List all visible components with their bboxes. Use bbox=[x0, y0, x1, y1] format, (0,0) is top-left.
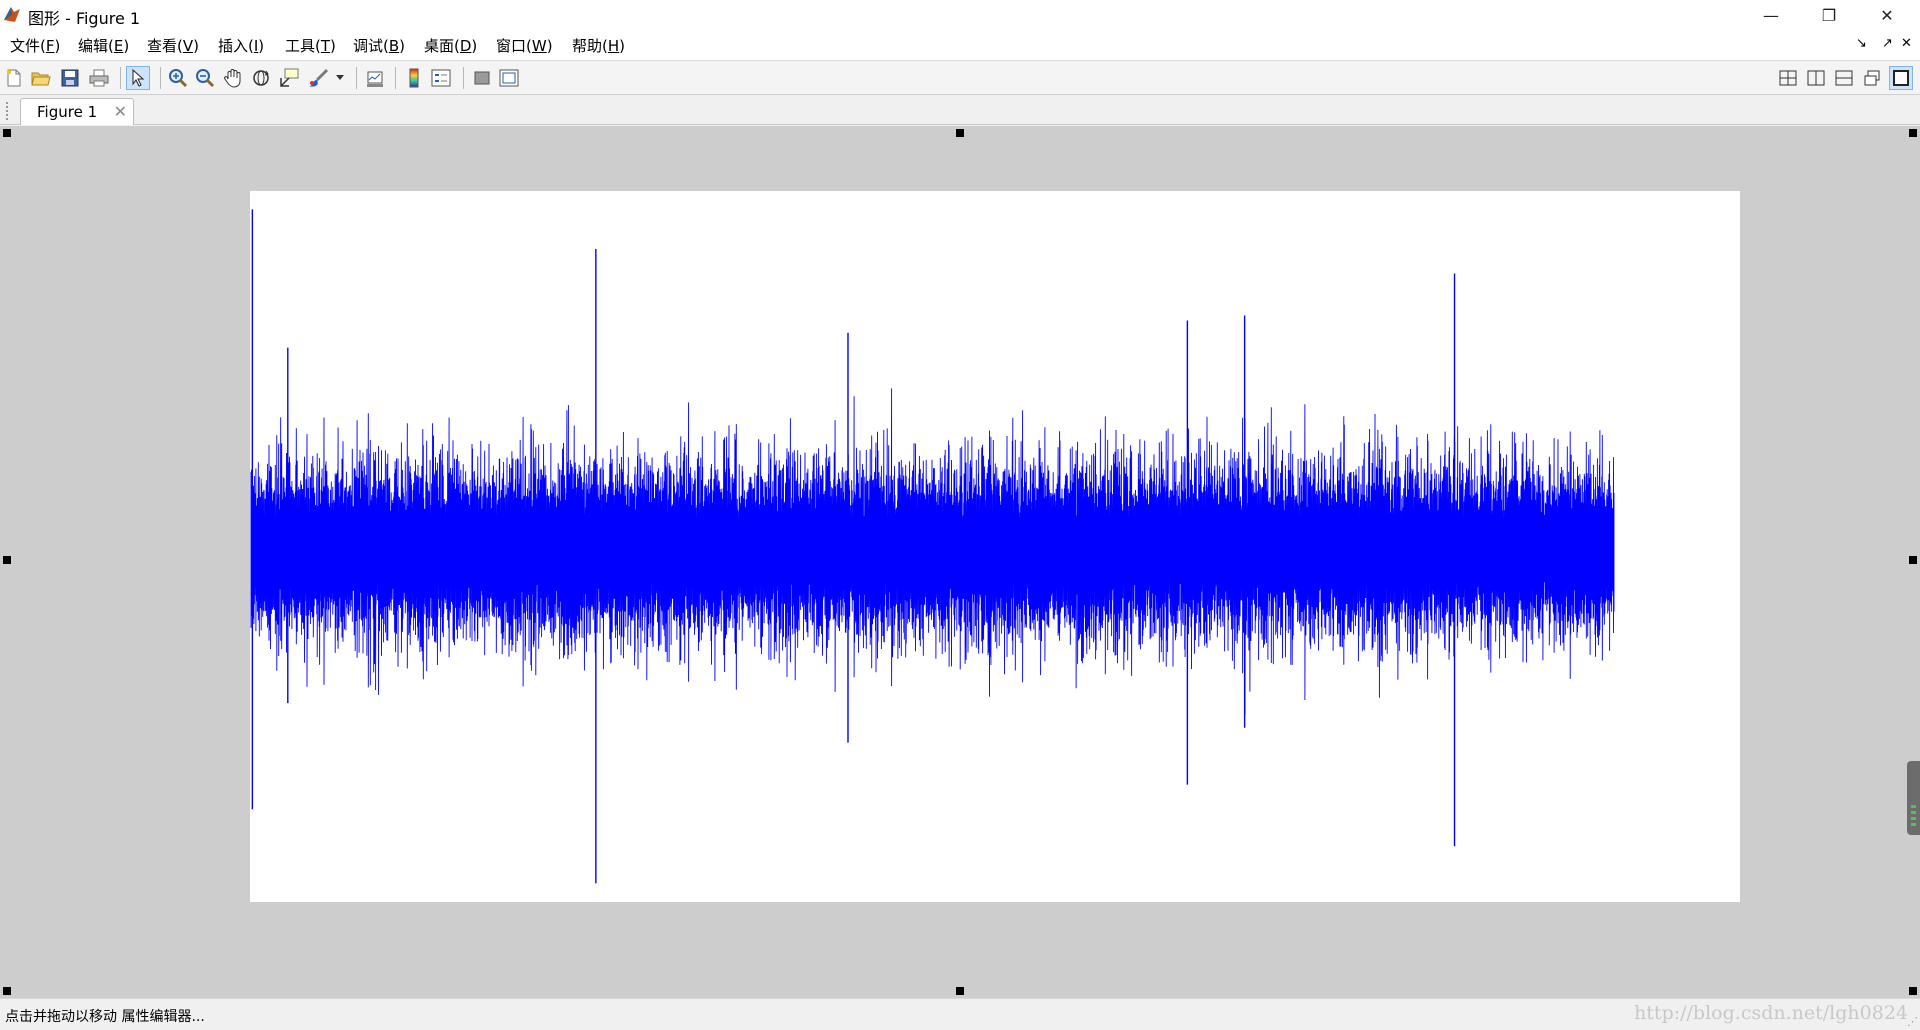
legend-icon bbox=[431, 69, 451, 87]
pan-button[interactable] bbox=[221, 66, 245, 90]
restore-button[interactable]: ❐ bbox=[1800, 0, 1858, 30]
maximize-layout-button[interactable] bbox=[1889, 66, 1913, 90]
link-plot-icon bbox=[367, 71, 383, 87]
level-bar bbox=[1911, 817, 1916, 820]
axes[interactable] bbox=[250, 191, 1740, 902]
window-title: 图形 - Figure 1 bbox=[28, 9, 141, 28]
menu-debug[interactable]: 调试(B) bbox=[353, 35, 405, 56]
selection-handle[interactable] bbox=[956, 129, 964, 137]
selection-handle[interactable] bbox=[1909, 129, 1917, 137]
tab-label: Figure 1 bbox=[37, 103, 98, 121]
toolbar-separator bbox=[120, 67, 121, 89]
menu-help[interactable]: 帮助(H) bbox=[572, 35, 625, 56]
selection-handle[interactable] bbox=[1909, 987, 1917, 995]
menu-edit[interactable]: 编辑(E) bbox=[78, 35, 129, 56]
edit-plot-button[interactable] bbox=[126, 66, 150, 90]
signal-plot bbox=[250, 209, 1615, 884]
selection-handle[interactable] bbox=[956, 987, 964, 995]
menu-desktop[interactable]: 桌面(D) bbox=[424, 35, 477, 56]
brush-icon bbox=[309, 68, 329, 87]
tile-grid-button[interactable] bbox=[1776, 66, 1800, 90]
drag-grip[interactable] bbox=[6, 102, 10, 120]
close-window-button[interactable]: ✕ bbox=[1858, 0, 1916, 30]
toolbar-separator bbox=[160, 67, 161, 89]
resize-grip-icon[interactable]: ⋰ bbox=[1907, 1015, 1918, 1028]
colorbar-icon bbox=[409, 68, 419, 88]
hide-plot-tools-button[interactable] bbox=[470, 66, 494, 90]
dock-icon[interactable]: ↘ bbox=[1856, 36, 1867, 51]
status-bar: 点击并拖动以移动 属性编辑器... http://blog.csdn.net/l… bbox=[0, 998, 1920, 1030]
print-button[interactable] bbox=[87, 66, 111, 90]
selection-handle[interactable] bbox=[3, 556, 11, 564]
menu-view[interactable]: 查看(V) bbox=[147, 35, 199, 56]
toolbar-separator bbox=[463, 67, 464, 89]
rotate-3d-button[interactable] bbox=[249, 66, 273, 90]
close-icon: ✕ bbox=[1880, 5, 1894, 25]
menu-tools[interactable]: 工具(T) bbox=[285, 35, 336, 56]
minimize-button[interactable]: — bbox=[1742, 0, 1800, 30]
insert-colorbar-button[interactable] bbox=[402, 66, 426, 90]
float-button[interactable] bbox=[1860, 66, 1884, 90]
insert-legend-button[interactable] bbox=[429, 66, 453, 90]
float-icon bbox=[1864, 70, 1880, 86]
title-bar: 图形 - Figure 1 — ❐ ✕ bbox=[0, 0, 1920, 30]
figure-toolbar bbox=[0, 62, 1920, 95]
tile-rows-button[interactable] bbox=[1832, 66, 1856, 90]
show-plot-tools-button[interactable] bbox=[497, 66, 521, 90]
pan-icon bbox=[224, 69, 241, 88]
link-plot-button[interactable] bbox=[363, 66, 387, 90]
selection-handle[interactable] bbox=[3, 129, 11, 137]
zoom-in-icon bbox=[169, 69, 188, 88]
figure-canvas[interactable] bbox=[0, 126, 1920, 998]
hide-plot-tools-icon bbox=[474, 71, 490, 85]
undock-icon[interactable]: ↗ bbox=[1882, 36, 1893, 51]
zoom-out-button[interactable] bbox=[193, 66, 217, 90]
close-figure-icon[interactable]: ✕ bbox=[1901, 36, 1912, 51]
toolbar-separator bbox=[395, 67, 396, 89]
level-bar bbox=[1911, 811, 1916, 814]
chevron-down-icon bbox=[336, 75, 344, 80]
edit-plot-icon bbox=[132, 69, 145, 87]
menu-file[interactable]: 文件(F) bbox=[10, 35, 60, 56]
selection-handle[interactable] bbox=[1909, 556, 1917, 564]
tile-grid-icon bbox=[1779, 70, 1797, 86]
menu-bar: 文件(F) 编辑(E) 查看(V) 插入(I) 工具(T) 调试(B) 桌面(D… bbox=[0, 30, 1920, 61]
tab-figure-1[interactable]: Figure 1 ✕ bbox=[20, 98, 134, 125]
open-file-button[interactable] bbox=[29, 66, 53, 90]
matlab-figure-window: 图形 - Figure 1 — ❐ ✕ 文件(F) 编辑(E) 查看(V) 插入… bbox=[0, 0, 1920, 1030]
level-bar bbox=[1911, 823, 1916, 826]
rotate-3d-icon bbox=[253, 70, 269, 86]
brush-dropdown[interactable] bbox=[333, 66, 347, 90]
minimize-icon: — bbox=[1763, 5, 1779, 25]
new-figure-button[interactable] bbox=[2, 66, 26, 90]
menu-window[interactable]: 窗口(W) bbox=[496, 35, 553, 56]
zoom-in-button[interactable] bbox=[166, 66, 190, 90]
side-panel-toggle[interactable] bbox=[1907, 761, 1920, 835]
watermark: http://blog.csdn.net/lgh0824 bbox=[1634, 1002, 1908, 1024]
level-bar bbox=[1911, 805, 1916, 808]
menu-insert[interactable]: 插入(I) bbox=[218, 35, 264, 56]
open-icon bbox=[31, 72, 51, 86]
signal-core-band bbox=[251, 517, 1614, 583]
zoom-out-icon bbox=[196, 69, 215, 88]
close-icon[interactable]: ✕ bbox=[114, 102, 127, 121]
data-cursor-icon bbox=[280, 68, 299, 87]
brush-button[interactable] bbox=[307, 66, 331, 90]
tile-rows-icon bbox=[1835, 70, 1853, 86]
figure-tab-strip: Figure 1 ✕ bbox=[0, 95, 1920, 125]
maximize-icon bbox=[1893, 70, 1909, 86]
toolbar-separator bbox=[356, 67, 357, 89]
matlab-logo-icon bbox=[4, 7, 20, 22]
save-icon bbox=[61, 69, 79, 87]
new-figure-icon bbox=[7, 69, 21, 87]
print-icon bbox=[89, 69, 109, 87]
tile-columns-icon bbox=[1807, 70, 1825, 86]
save-button[interactable] bbox=[58, 66, 82, 90]
selection-handle[interactable] bbox=[3, 987, 11, 995]
tile-columns-button[interactable] bbox=[1804, 66, 1828, 90]
status-text: 点击并拖动以移动 属性编辑器... bbox=[5, 1009, 205, 1025]
show-plot-tools-icon bbox=[499, 69, 519, 87]
data-cursor-button[interactable] bbox=[277, 66, 301, 90]
restore-icon: ❐ bbox=[1821, 5, 1837, 25]
